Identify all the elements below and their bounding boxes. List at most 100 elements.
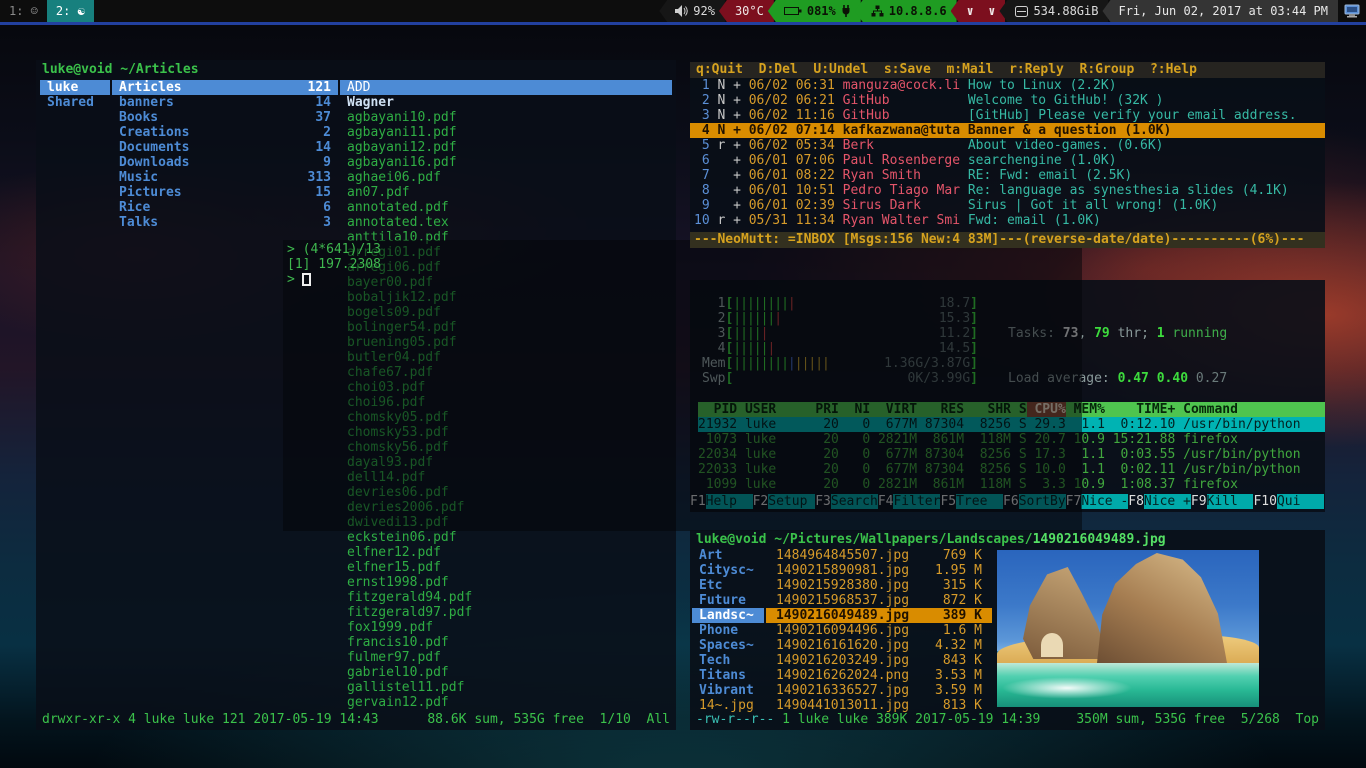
directory-item[interactable]: Art [692,548,764,563]
image-file-item[interactable]: 1490216161620.jpg4.32 M [766,638,992,653]
function-key[interactable]: F9Kill [1191,494,1254,509]
file-item[interactable]: an07.pdf [340,185,672,200]
mail-row[interactable]: 1N +06/02 06:31manguza@cock.liHow to Lin… [690,78,1325,93]
mail-row[interactable]: 7 +06/01 08:22Ryan SmithRE: Fwd: email (… [690,168,1325,183]
directory-item[interactable]: Spaces~ [692,638,764,653]
directory-item[interactable]: Future [692,593,764,608]
directory-item[interactable]: Creations2 [112,125,338,140]
battery-icon [784,6,802,16]
floating-calc-terminal: > (4*641)/13 [1] 197.2308 > [283,240,1082,531]
temperature-block[interactable]: 30°C [719,0,774,22]
image-file-item[interactable]: 1490441013011.jpg813 K [766,698,992,713]
mail-row[interactable]: 10r +05/31 11:34Ryan Walter SmiFwd: emai… [690,213,1325,228]
workspace-2-button[interactable]: 2: ☯ [47,0,94,22]
disk-block[interactable]: 534.88GiB [999,0,1108,22]
directory-item[interactable]: Titans [692,668,764,683]
image-preview [997,550,1259,707]
mail-date: 05/31 11:34 [749,213,835,228]
directory-item[interactable]: Rice6 [112,200,338,215]
image-file-item[interactable]: 1490216336527.jpg3.59 M [766,683,992,698]
file-item[interactable]: agbayani10.pdf [340,110,672,125]
file-item[interactable]: gervain12.pdf [340,695,672,710]
workspace-1-button[interactable]: 1: ☺ [0,0,47,22]
file-item[interactable]: fulmer97.pdf [340,650,672,665]
volume-block[interactable]: 92% [659,0,725,22]
function-key[interactable]: F8Nice + [1128,494,1191,509]
file-item[interactable]: ernst1998.pdf [340,575,672,590]
directory-item[interactable]: Talks3 [112,215,338,230]
mail-subject: About video-games. (0.6K) [968,138,1325,153]
directory-item[interactable]: Music313 [112,170,338,185]
file-item[interactable]: elfner12.pdf [340,545,672,560]
directory-item[interactable]: Articles121 [112,80,338,95]
monitor-tray-icon[interactable] [1344,4,1360,18]
mail-row[interactable]: 5r +06/02 05:34BerkAbout video-games. (0… [690,138,1325,153]
directory-item[interactable]: banners14 [112,95,338,110]
updates-block[interactable]: ∨ ∨ [951,0,1006,22]
mail-sender: Ryan Smith [843,168,960,183]
mail-row[interactable]: 3N +06/02 11:16GitHub[GitHub] Please ver… [690,108,1325,123]
image-file-item[interactable]: 1490215890981.jpg1.95 M [766,563,992,578]
ranger-title: luke@void ~/Articles [42,62,199,77]
image-file-item[interactable]: 1490216094496.jpg1.6 M [766,623,992,638]
image-file-size: 1.95 M [935,563,982,578]
image-file-item[interactable]: 1490215968537.jpg872 K [766,593,992,608]
directory-item[interactable]: Tech [692,653,764,668]
directory-item[interactable]: Pictures15 [112,185,338,200]
file-item[interactable]: Wagner [340,95,672,110]
network-block[interactable]: 10.8.8.6 [855,0,957,22]
parent-dir-item[interactable]: luke [40,80,110,95]
preview-rock-right [1097,553,1227,663]
directory-item[interactable]: Vibrant [692,683,764,698]
mail-row[interactable]: 2N +06/02 06:21GitHubWelcome to GitHub! … [690,93,1325,108]
directory-item[interactable]: Downloads9 [112,155,338,170]
file-item[interactable]: fitzgerald97.pdf [340,605,672,620]
battery-block[interactable]: 081% [768,0,861,22]
clock-block[interactable]: Fri, Jun 02, 2017 at 03:44 PM [1102,0,1338,22]
image-file-item[interactable]: 1490216262024.png3.53 M [766,668,992,683]
ranger-wallpapers-window: luke@void ~/Pictures/Wallpapers/Landscap… [690,530,1325,730]
mail-row[interactable]: 9 +06/01 02:39Sirus DarkSirus | Got it a… [690,198,1325,213]
function-key[interactable]: F10Qui [1253,494,1323,509]
mail-flags: N + [717,93,740,108]
mail-subject: How to Linux (2.2K) [968,78,1325,93]
file-item[interactable]: francis10.pdf [340,635,672,650]
image-file-size: 1.6 M [943,623,982,638]
file-item[interactable]: agbayani11.pdf [340,125,672,140]
parent-dir-item[interactable]: Shared [40,95,110,110]
directory-item[interactable]: Citysc~ [692,563,764,578]
image-file-item[interactable]: 1490216049489.jpg389 K [766,608,992,623]
image-file-item[interactable]: 1490216203249.jpg843 K [766,653,992,668]
file-item[interactable]: elfner15.pdf [340,560,672,575]
file-item[interactable]: ADD [340,80,672,95]
file-item[interactable]: eckstein06.pdf [340,530,672,545]
parent-dir-column: lukeShared [40,80,110,110]
directory-name: Pictures [119,185,182,200]
mail-row[interactable]: 4N +06/02 07:14kafkazwana@tutaBanner & a… [690,123,1325,138]
file-item[interactable]: agbayani16.pdf [340,155,672,170]
mail-index: 5 [694,138,710,153]
file-item[interactable]: agbayani12.pdf [340,140,672,155]
file-item[interactable]: gallistel11.pdf [340,680,672,695]
statusbar-blocks: 92% 30°C 081% 10.8.8.6 ∨ ∨ 534.88GiB Fri… [665,0,1366,22]
directory-item[interactable]: Books37 [112,110,338,125]
file-item[interactable]: annotated.tex [340,215,672,230]
file-item[interactable]: annotated.pdf [340,200,672,215]
r-prompt-line[interactable]: > [287,272,1078,287]
file-item[interactable]: aghaei06.pdf [340,170,672,185]
directory-item[interactable]: Landsc~ [692,608,764,623]
directory-item[interactable]: Documents14 [112,140,338,155]
mail-sender: GitHub [843,108,960,123]
directory-item[interactable]: Phone [692,623,764,638]
file-item[interactable]: gabriel10.pdf [340,665,672,680]
image-file-item[interactable]: 1490215928380.jpg315 K [766,578,992,593]
image-file-item[interactable]: 1484964845507.jpg769 K [766,548,992,563]
directory-item[interactable]: 14~.jpg [692,698,764,713]
directory-name: Books [119,110,158,125]
directory-item[interactable]: Etc [692,578,764,593]
mail-row[interactable]: 8 +06/01 10:51Pedro Tiago MarRe: languag… [690,183,1325,198]
file-item[interactable]: fox1999.pdf [340,620,672,635]
file-item[interactable]: fitzgerald94.pdf [340,590,672,605]
current-path: ~/Pictures/Wallpapers/Landscapes/ [774,532,1032,547]
mail-row[interactable]: 6 +06/01 07:06Paul Rosenbergesearchengin… [690,153,1325,168]
